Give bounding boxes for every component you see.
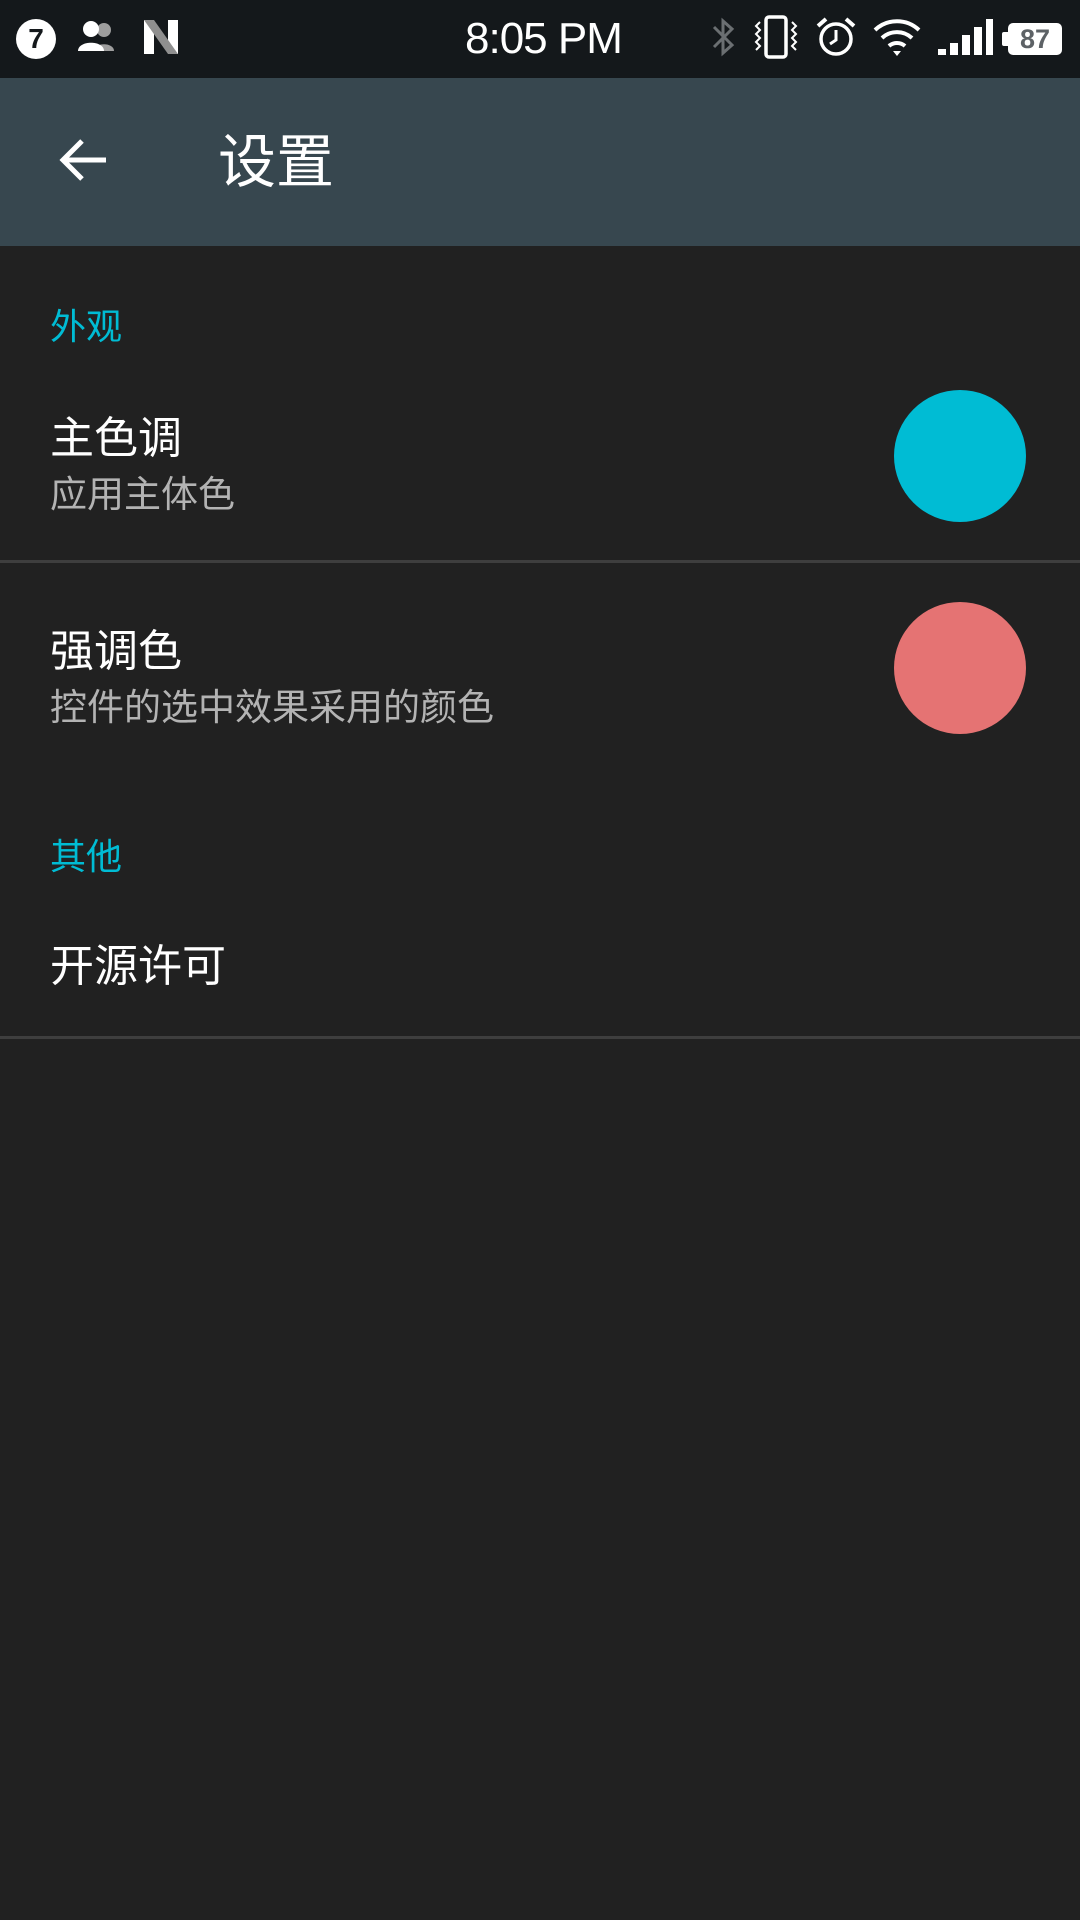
primary-color-swatch[interactable] (894, 390, 1026, 522)
app-bar: 设置 (0, 78, 1080, 246)
vibrate-icon (752, 14, 800, 64)
pref-summary: 应用主体色 (50, 473, 235, 516)
arrow-back-icon (58, 134, 110, 190)
back-button[interactable] (44, 122, 124, 202)
status-time: 8:05 PM (465, 14, 623, 63)
pref-summary: 控件的选中效果采用的颜色 (50, 686, 494, 729)
section-header-appearance: 外观 (50, 307, 123, 348)
pref-title: 主色调 (50, 413, 182, 464)
battery-icon: 87 (1002, 23, 1062, 55)
pref-title: 强调色 (50, 626, 182, 677)
status-bar-left: 7 (16, 0, 182, 78)
page-title: 设置 (218, 128, 335, 196)
divider (0, 1036, 1080, 1039)
signal-icon (936, 17, 994, 61)
wifi-icon (872, 16, 922, 62)
alarm-icon (814, 15, 858, 63)
accent-color-swatch[interactable] (894, 602, 1026, 734)
contacts-icon (74, 17, 122, 61)
section-header-other: 其他 (50, 837, 123, 878)
status-bar: 7 8:05 PM 87 (0, 0, 1080, 78)
pref-primary-color[interactable]: 主色调 应用主体色 (0, 350, 1080, 560)
bluetooth-icon (708, 15, 738, 63)
pref-open-source-licenses[interactable]: 开源许可 (0, 900, 1080, 1036)
notification-count-icon: 7 (16, 19, 56, 59)
pref-title: 开源许可 (50, 941, 226, 992)
n-logo-icon (140, 16, 182, 62)
settings-screen: 7 8:05 PM 87 设置 外观 主色调 应用主体色 强调色 控件的选中效果… (0, 0, 1080, 1920)
status-bar-right: 87 (708, 0, 1062, 78)
pref-accent-color[interactable]: 强调色 控件的选中效果采用的颜色 (0, 563, 1080, 773)
